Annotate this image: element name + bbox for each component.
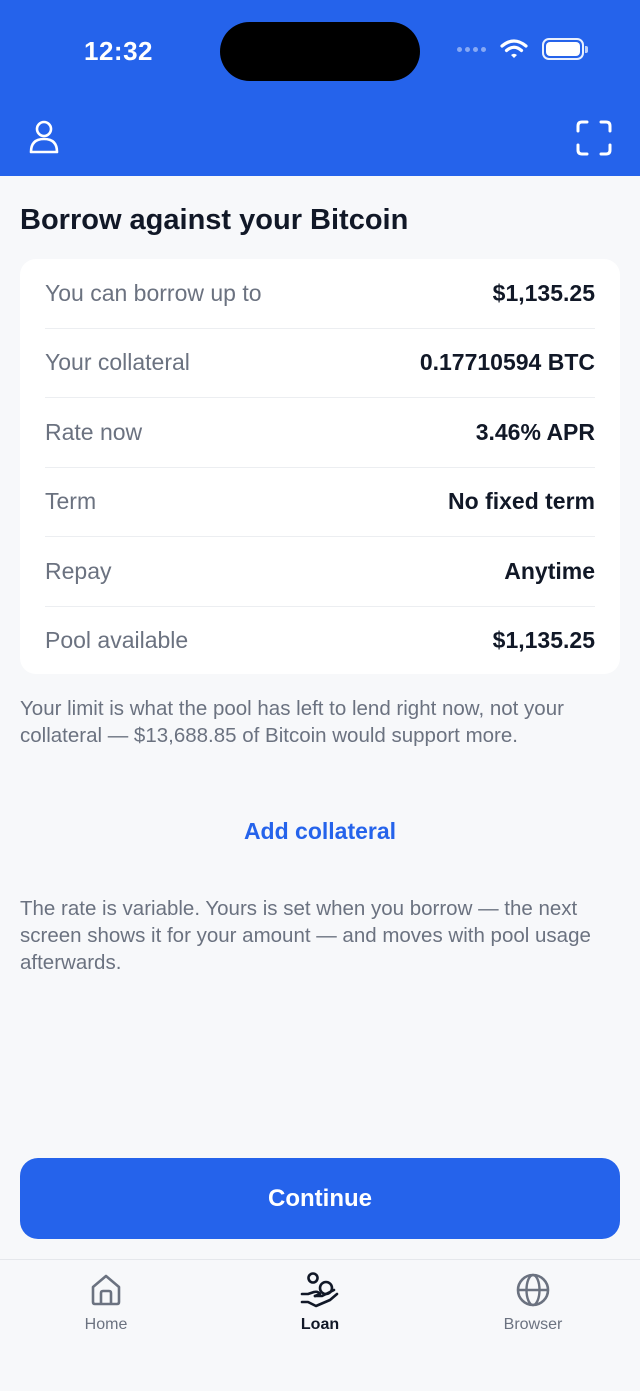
summary-value: 0.17710594 BTC <box>419 349 595 376</box>
page-title: Borrow against your Bitcoin <box>20 204 409 236</box>
tab-browser[interactable]: Browser <box>463 1270 603 1334</box>
person-icon <box>29 120 59 154</box>
summary-label: You can borrow up to <box>45 279 262 306</box>
screen: 12:32 Borrow against your Bitcoin You ca… <box>0 0 640 1391</box>
rate-note: The rate is variable. Yours is set when … <box>20 897 591 974</box>
summary-value: $1,135.25 <box>492 279 595 306</box>
tab-label: Loan <box>300 1316 340 1333</box>
status-time: 12:32 <box>84 36 153 66</box>
globe-icon <box>516 1273 550 1307</box>
summary-label: Your collateral <box>45 349 190 376</box>
dynamic-island <box>220 22 420 81</box>
summary-row-collateral: Your collateral 0.17710594 BTC <box>45 329 595 398</box>
home-icon <box>91 1274 121 1306</box>
tab-bar: Home Loan Browser <box>0 1259 640 1391</box>
profile-button[interactable] <box>26 118 66 158</box>
wifi-icon <box>500 39 528 58</box>
summary-label: Rate now <box>45 418 143 445</box>
add-collateral-link[interactable]: Add collateral <box>0 818 640 845</box>
summary-row-repay: Repay Anytime <box>45 537 595 607</box>
loan-icon <box>300 1272 339 1308</box>
loan-summary-card: You can borrow up to $1,135.25 Your coll… <box>20 259 620 674</box>
summary-value: No fixed term <box>448 488 595 515</box>
app-header: 12:32 <box>0 0 640 176</box>
status-indicators <box>457 38 588 60</box>
summary-value: $1,135.25 <box>492 627 595 654</box>
summary-label: Pool available <box>45 627 189 654</box>
summary-row-term: Term No fixed term <box>45 468 595 537</box>
scan-button[interactable] <box>574 118 614 158</box>
summary-label: Repay <box>45 557 112 584</box>
tab-home[interactable]: Home <box>36 1270 176 1334</box>
tab-label: Browser <box>503 1316 563 1333</box>
tab-label: Home <box>84 1316 128 1333</box>
continue-button[interactable]: Continue <box>20 1158 620 1239</box>
limit-note: Your limit is what the pool has left to … <box>20 697 564 747</box>
scan-frame-icon <box>576 120 612 156</box>
summary-row-pool-available: Pool available $1,135.25 <box>45 606 595 676</box>
cellular-signal-icon <box>457 46 486 52</box>
summary-value: Anytime <box>504 557 595 584</box>
battery-icon <box>542 38 588 60</box>
summary-value: 3.46% APR <box>475 418 595 445</box>
summary-row-borrow-limit: You can borrow up to $1,135.25 <box>45 259 595 329</box>
summary-label: Term <box>45 488 97 515</box>
tab-loan[interactable]: Loan <box>250 1270 390 1334</box>
summary-row-rate: Rate now 3.46% APR <box>45 398 595 468</box>
